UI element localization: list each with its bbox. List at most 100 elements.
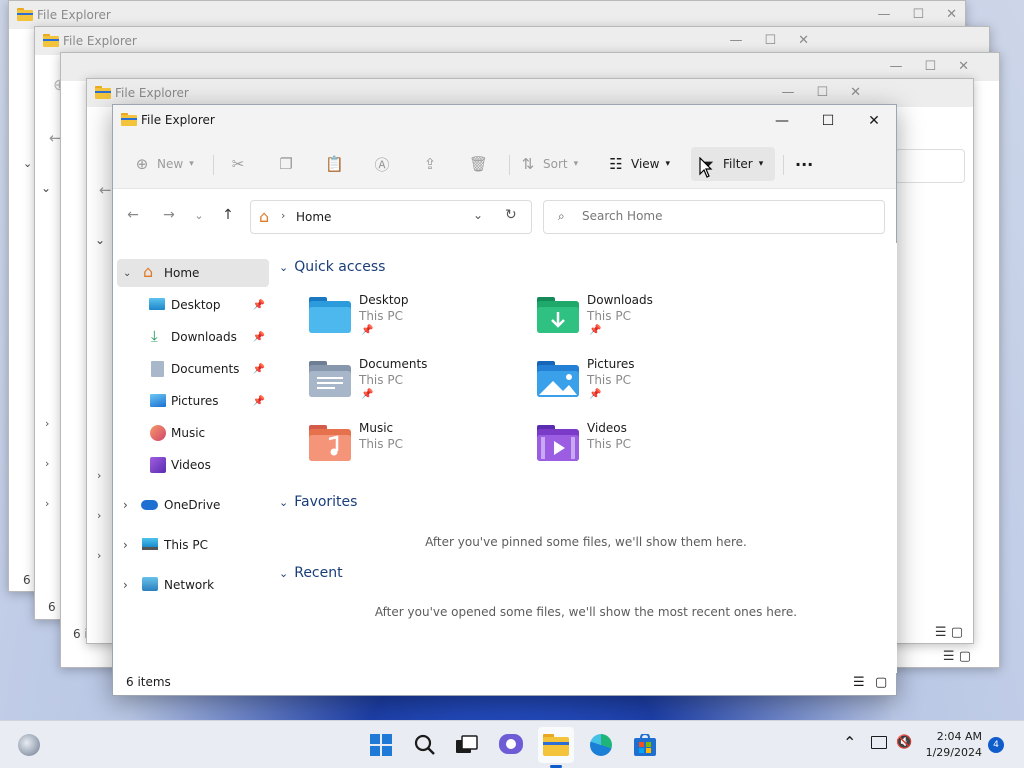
sidebar-item-pictures[interactable]: Pictures 📌: [113, 387, 269, 415]
quick-access-downloads[interactable]: Downloads This PC 📌: [537, 293, 737, 345]
window-controls[interactable]: — ☐ ✕: [729, 33, 809, 48]
delete-button[interactable]: 🗑: [469, 149, 488, 179]
minimize-button[interactable]: —: [759, 105, 805, 137]
details-view-icon[interactable]: ☰: [853, 675, 865, 690]
back-arrow-icon[interactable]: ←: [99, 181, 112, 199]
window-controls[interactable]: — ☐ ✕: [877, 7, 957, 22]
sidebar-item-desktop[interactable]: Desktop 📌: [113, 291, 269, 319]
item-name: Videos: [587, 421, 627, 435]
start-windows-icon[interactable]: [368, 732, 394, 758]
chevron-right-icon[interactable]: ›: [123, 498, 128, 512]
pin-icon: 📌: [361, 325, 374, 336]
sidebar-item-downloads[interactable]: ⤓ Downloads 📌: [113, 323, 269, 351]
copy-button[interactable]: ❐: [277, 149, 295, 179]
monitor-icon[interactable]: [871, 736, 887, 749]
section-favorites[interactable]: ⌄ Favorites: [279, 494, 357, 510]
chevron-down-icon[interactable]: ⌄: [279, 567, 288, 580]
close-button[interactable]: ✕: [851, 105, 897, 137]
new-label: New: [157, 157, 184, 171]
file-explorer-window[interactable]: File Explorer — ☐ ✕ ⊕ New ▾ ✂ ❐ 📋 Ⓐ ⇪ 🗑 …: [112, 104, 897, 696]
share-button[interactable]: ⇪: [421, 149, 439, 179]
sidebar-item-music[interactable]: Music: [113, 419, 269, 447]
widgets-icon[interactable]: [16, 732, 42, 758]
tiles-view-icon[interactable]: ▢: [875, 675, 887, 690]
search-box[interactable]: [895, 149, 965, 183]
task-view-icon[interactable]: [454, 732, 480, 758]
chevron-up-icon[interactable]: ⌃: [843, 733, 856, 752]
section-quick-access[interactable]: ⌄ Quick access: [279, 259, 385, 275]
quick-access-videos[interactable]: Videos This PC: [537, 421, 737, 473]
view-toggle-icon[interactable]: ☰ ▢: [943, 649, 971, 664]
edge-browser-icon[interactable]: [588, 732, 614, 758]
search-box[interactable]: ⌕: [543, 200, 885, 234]
file-explorer-taskbar-icon[interactable]: [538, 727, 574, 763]
sidebar-item-documents[interactable]: Documents 📌: [113, 355, 269, 383]
quick-access-documents[interactable]: Documents This PC 📌: [309, 357, 509, 409]
sidebar-item-label: Videos: [171, 458, 211, 472]
scissors-icon: ✂: [231, 155, 245, 173]
chevron-right-icon[interactable]: ›: [123, 538, 128, 552]
home-icon: ⌂: [143, 262, 154, 281]
volume-muted-icon[interactable]: 🔇: [896, 735, 912, 750]
sidebar-item-videos[interactable]: Videos: [113, 451, 269, 479]
chevron-down-icon[interactable]: ⌄: [95, 233, 105, 247]
chevron-right-icon[interactable]: ›: [123, 578, 128, 592]
download-icon: ⤓: [151, 327, 158, 345]
window-controls[interactable]: — ☐ ✕: [889, 59, 969, 74]
sort-button[interactable]: ⇅ Sort ▾: [519, 149, 578, 179]
paste-button[interactable]: 📋: [325, 149, 344, 179]
chevron-right-icon[interactable]: ›: [45, 457, 49, 470]
view-toggle-icon[interactable]: ☰ ▢: [935, 625, 963, 640]
pin-icon: 📌: [589, 325, 602, 336]
quick-access-music[interactable]: Music This PC: [309, 421, 509, 473]
pin-icon: 📌: [361, 389, 374, 400]
search-input[interactable]: [582, 209, 872, 223]
window-title: File Explorer: [63, 34, 137, 48]
breadcrumb-home[interactable]: Home: [296, 210, 331, 224]
forward-arrow-icon[interactable]: →: [159, 207, 179, 223]
sidebar-item-onedrive[interactable]: › OneDrive: [113, 491, 269, 519]
chevron-right-icon[interactable]: ›: [97, 509, 101, 522]
chevron-down-icon[interactable]: ⌄: [123, 268, 131, 279]
pictures-folder-icon: [537, 361, 579, 397]
store-icon[interactable]: [632, 732, 658, 758]
recent-empty-message: After you've opened some files, we'll sh…: [374, 605, 798, 619]
chevron-down-icon[interactable]: ⌄: [279, 261, 288, 274]
downloads-folder-icon: [537, 297, 579, 333]
quick-access-pictures[interactable]: Pictures This PC 📌: [537, 357, 737, 409]
chevron-down-icon[interactable]: ⌄: [23, 157, 32, 170]
chevron-right-icon[interactable]: ›: [45, 417, 49, 430]
chevron-down-icon[interactable]: ⌄: [41, 181, 51, 195]
taskbar: ⌃ 🔇 2:04 AM 1/29/2024 4: [0, 720, 1024, 768]
sidebar-item-home[interactable]: ⌄ ⌂ Home: [117, 259, 269, 287]
view-button[interactable]: ☷ View ▾: [607, 149, 670, 179]
chevron-right-icon[interactable]: ›: [97, 469, 101, 482]
window-controls[interactable]: — ☐ ✕: [781, 85, 861, 100]
more-options-button[interactable]: ···: [795, 149, 813, 179]
breadcrumb-separator-icon: ›: [281, 209, 286, 222]
sidebar-item-label: Music: [171, 426, 206, 440]
title-bar[interactable]: File Explorer — ☐ ✕: [113, 105, 896, 137]
address-bar[interactable]: ⌂ › Home ⌄ ↻: [250, 200, 532, 234]
sidebar-item-this-pc[interactable]: › This PC: [113, 531, 269, 559]
back-arrow-icon[interactable]: ←: [123, 207, 143, 223]
sidebar-item-label: OneDrive: [164, 498, 221, 512]
cut-button[interactable]: ✂: [229, 149, 247, 179]
refresh-icon[interactable]: ↻: [505, 207, 517, 223]
search-icon[interactable]: [412, 732, 438, 758]
chevron-right-icon[interactable]: ›: [45, 497, 49, 510]
new-button[interactable]: ⊕ New ▾: [133, 149, 194, 179]
chevron-right-icon[interactable]: ›: [97, 549, 101, 562]
address-dropdown-icon[interactable]: ⌄: [473, 208, 483, 222]
maximize-button[interactable]: ☐: [805, 105, 851, 137]
chat-icon[interactable]: [498, 732, 524, 758]
clock[interactable]: 2:04 AM 1/29/2024: [926, 729, 982, 761]
chevron-down-icon[interactable]: ⌄: [279, 496, 288, 509]
recent-locations-chevron-icon[interactable]: ⌄: [189, 209, 209, 222]
notification-badge[interactable]: 4: [988, 737, 1004, 753]
up-arrow-icon[interactable]: ↑: [218, 207, 238, 223]
quick-access-desktop[interactable]: Desktop This PC 📌: [309, 293, 509, 345]
section-recent[interactable]: ⌄ Recent: [279, 565, 343, 581]
rename-button[interactable]: Ⓐ: [373, 149, 391, 179]
sidebar-item-network[interactable]: › Network: [113, 571, 269, 599]
